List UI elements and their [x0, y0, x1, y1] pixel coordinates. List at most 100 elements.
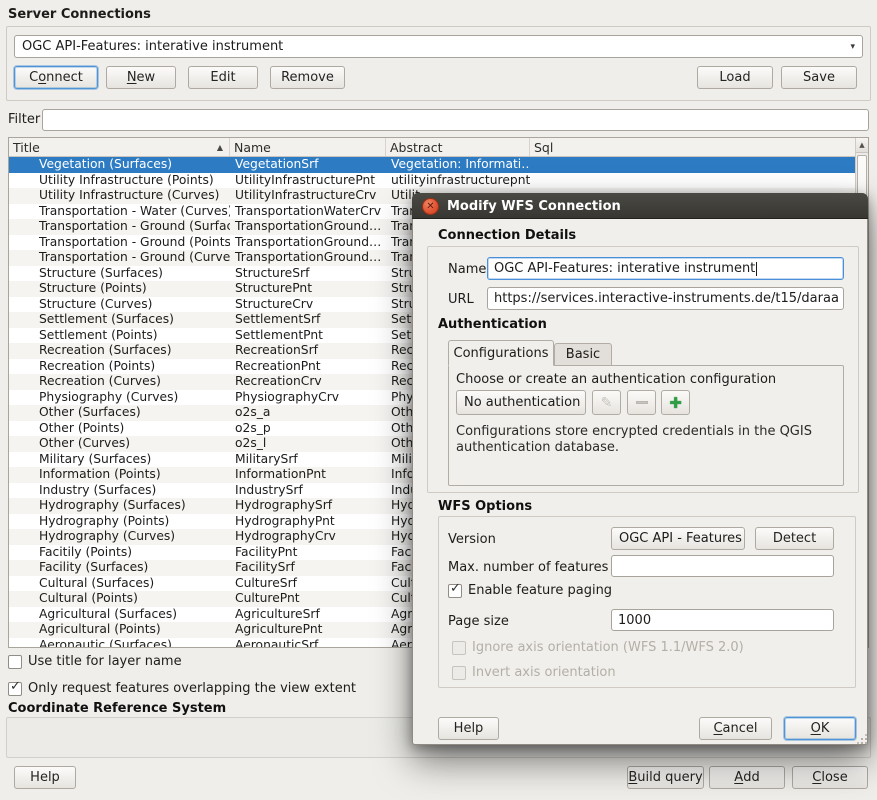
name-input[interactable]: OGC API-Features: interative instrument: [487, 257, 844, 280]
cell-title: Utility Infrastructure (Points): [9, 173, 230, 189]
cell-abstract: Vegetation: Informati…: [386, 157, 530, 173]
cell-name: HydrographyPnt: [230, 514, 386, 530]
cell-name: CulturePnt: [230, 591, 386, 607]
cell-name: o2s_l: [230, 436, 386, 452]
use-title-checkbox[interactable]: [8, 655, 22, 669]
url-label: URL: [448, 292, 474, 307]
cell-title: Hydrography (Points): [9, 514, 230, 530]
cell-name: FacilityPnt: [230, 545, 386, 561]
scroll-up-icon[interactable]: ▲: [856, 138, 868, 153]
remove-button[interactable]: Remove: [270, 66, 345, 89]
version-value: OGC API - Features: [619, 531, 742, 546]
column-header-abstract[interactable]: Abstract: [386, 138, 530, 156]
close-button[interactable]: Close: [792, 766, 868, 789]
cell-title: Hydrography (Curves): [9, 529, 230, 545]
cell-title: Recreation (Surfaces): [9, 343, 230, 359]
column-header-title[interactable]: Title ▲: [9, 138, 230, 156]
paging-label: Enable feature paging: [468, 583, 612, 598]
page-size-input[interactable]: 1000: [611, 609, 834, 631]
connection-select[interactable]: OGC API-Features: interative instrument …: [14, 35, 863, 58]
cell-title: Hydrography (Surfaces): [9, 498, 230, 514]
cell-name: AgricultureSrf: [230, 607, 386, 623]
minus-icon: [636, 401, 648, 404]
tab-configurations[interactable]: Configurations: [448, 340, 554, 366]
chevron-down-icon: ▾: [580, 398, 586, 408]
add-button[interactable]: Add: [709, 766, 785, 789]
cell-name: FacilitySrf: [230, 560, 386, 576]
url-input[interactable]: https://services.interactive-instruments…: [487, 287, 844, 310]
cell-title: Aeronautic (Surfaces): [9, 638, 230, 648]
close-icon[interactable]: ✕: [422, 198, 439, 215]
cell-name: InformationPnt: [230, 467, 386, 483]
cell-title: Agricultural (Points): [9, 622, 230, 638]
crs-header: Coordinate Reference System: [8, 701, 226, 716]
cell-title: Structure (Points): [9, 281, 230, 297]
pencil-icon: ✎: [601, 395, 613, 411]
cell-title: Transportation - Ground (Points): [9, 235, 230, 251]
cell-title: Transportation - Ground (Surfac…: [9, 219, 230, 235]
invert-axis-checkbox: [452, 666, 466, 680]
cancel-button[interactable]: Cancel: [699, 717, 772, 740]
ignore-axis-checkbox: [452, 641, 466, 655]
cell-name: TransportationGround…: [230, 235, 386, 251]
cell-title: Agricultural (Surfaces): [9, 607, 230, 623]
detect-button[interactable]: Detect: [755, 527, 834, 550]
connect-button[interactable]: Connect: [14, 66, 98, 89]
auth-config-value: No authentication: [464, 395, 580, 410]
column-header-sql[interactable]: Sql: [530, 138, 868, 156]
dialog-help-button[interactable]: Help: [438, 717, 499, 740]
table-row[interactable]: Vegetation (Surfaces)VegetationSrfVegeta…: [9, 157, 855, 173]
save-button[interactable]: Save: [781, 66, 857, 89]
paging-checkbox[interactable]: ✓: [448, 584, 462, 598]
cell-title: Cultural (Points): [9, 591, 230, 607]
table-row[interactable]: Utility Infrastructure (Points)UtilityIn…: [9, 173, 855, 189]
help-button[interactable]: Help: [14, 766, 76, 789]
edit-auth-button[interactable]: ✎: [592, 390, 621, 415]
cell-title: Other (Curves): [9, 436, 230, 452]
resize-grip-icon[interactable]: [861, 738, 863, 740]
cell-title: Transportation - Water (Curves): [9, 204, 230, 220]
cell-title: Cultural (Surfaces): [9, 576, 230, 592]
cell-name: StructureSrf: [230, 266, 386, 282]
cell-title: Industry (Surfaces): [9, 483, 230, 499]
cell-title: Other (Points): [9, 421, 230, 437]
invert-axis-label: Invert axis orientation: [472, 665, 616, 680]
cell-title: Settlement (Points): [9, 328, 230, 344]
cell-name: UtilityInfrastructurePnt: [230, 173, 386, 189]
cell-name: RecreationPnt: [230, 359, 386, 375]
cell-abstract: utilityinfrastructurepnt: [386, 173, 530, 189]
column-header-name[interactable]: Name: [230, 138, 386, 156]
cell-name: PhysiographyCrv: [230, 390, 386, 406]
tab-basic[interactable]: Basic: [554, 343, 612, 366]
overlap-checkbox[interactable]: ✓: [8, 682, 22, 696]
filter-input[interactable]: [42, 109, 869, 131]
new-button[interactable]: New: [106, 66, 176, 89]
max-features-input[interactable]: [611, 555, 834, 577]
cell-name: AeronauticSrf: [230, 638, 386, 648]
cell-title: Structure (Curves): [9, 297, 230, 313]
cell-name: o2s_p: [230, 421, 386, 437]
build-query-button[interactable]: Build query: [627, 766, 704, 789]
cell-name: o2s_a: [230, 405, 386, 421]
cell-title: Vegetation (Surfaces): [9, 157, 230, 173]
text-caret: [756, 262, 757, 276]
chevron-down-icon: ▾: [742, 534, 745, 544]
auth-config-select[interactable]: No authentication ▾: [456, 390, 586, 415]
cell-name: StructurePnt: [230, 281, 386, 297]
load-button[interactable]: Load: [697, 66, 773, 89]
ok-button[interactable]: OK: [784, 717, 856, 740]
use-title-label: Use title for layer name: [28, 654, 182, 669]
window-title: Server Connections: [8, 7, 151, 22]
remove-auth-button[interactable]: [627, 390, 656, 415]
edit-button[interactable]: Edit: [188, 66, 258, 89]
max-features-label: Max. number of features: [448, 560, 608, 575]
page-size-label: Page size: [448, 614, 509, 629]
cell-sql: [530, 157, 855, 173]
cell-name: SettlementSrf: [230, 312, 386, 328]
auth-prompt: Choose or create an authentication confi…: [456, 372, 776, 387]
add-auth-button[interactable]: ✚: [661, 390, 690, 415]
version-select[interactable]: OGC API - Features ▾: [611, 527, 745, 550]
check-icon: ✓: [10, 679, 21, 694]
cell-name: MilitarySrf: [230, 452, 386, 468]
cell-sql: [530, 173, 855, 189]
